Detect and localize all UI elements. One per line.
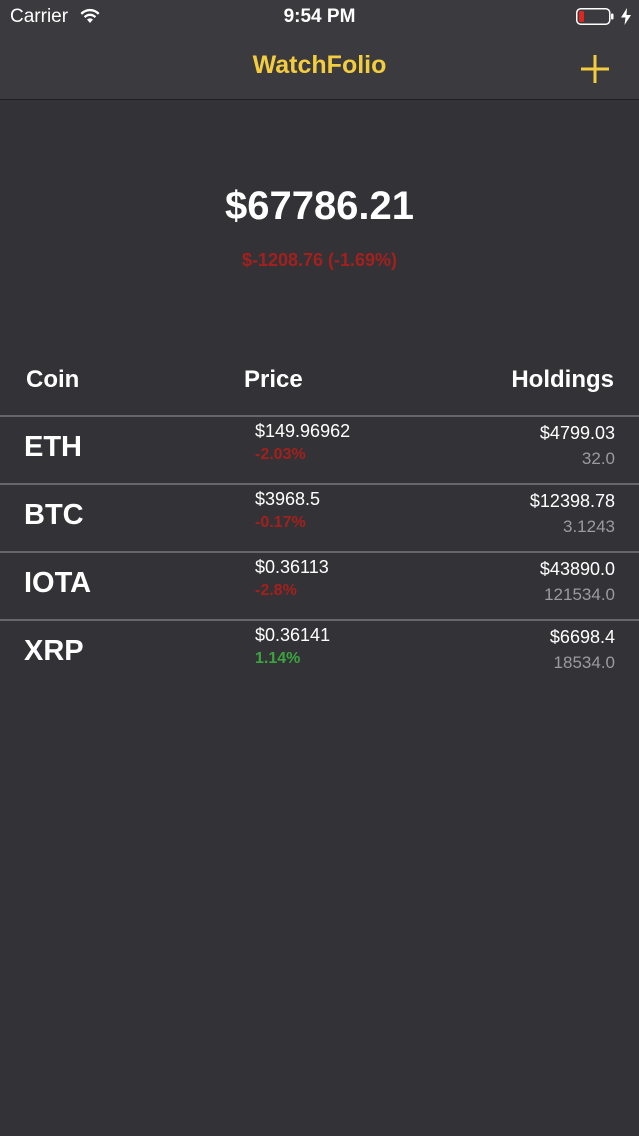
column-header-holdings: Holdings [511,366,614,393]
holding-value: $6698.4 [549,627,615,647]
app-title: WatchFolio [252,51,387,79]
navigation-bar: WatchFolio [0,36,639,100]
row-divider [0,551,639,553]
holding-value: $43890.0 [539,559,615,579]
plus-icon [581,55,609,83]
status-time: 9:54 PM [283,6,356,27]
battery-icon [576,8,614,25]
portfolio-total-change: $-1208.76 (-1.69%) [241,250,398,270]
coin-change: 1.14% [255,650,301,667]
column-header-coin: Coin [26,366,80,393]
coin-change: -2.8% [255,582,297,599]
holding-amount: 32.0 [581,449,615,468]
status-bar: Carrier 9:54 PM [0,0,639,36]
coin-symbol: BTC [24,499,84,531]
row-divider [0,483,639,485]
coin-symbol: ETH [24,431,82,463]
add-coin-button[interactable] [574,48,616,90]
table-row[interactable]: XRP $0.36141 1.14% $6698.4 18534.0 [0,622,639,688]
row-divider [0,619,639,621]
column-header-price: Price [244,366,303,393]
table-header: Coin Price Holdings [0,366,639,416]
coin-price: $0.36113 [255,557,329,577]
holding-amount: 121534.0 [544,585,615,604]
holding-amount: 3.1243 [563,517,615,536]
holding-amount: 18534.0 [553,653,615,672]
table-divider [0,415,639,417]
table-row[interactable]: BTC $3968.5 -0.17% $12398.78 3.1243 [0,486,639,552]
charging-bolt-icon [621,8,631,25]
coin-change: -0.17% [255,514,306,531]
coin-symbol: IOTA [24,567,92,599]
table-row[interactable]: IOTA $0.36113 -2.8% $43890.0 121534.0 [0,554,639,620]
portfolio-total-value: $67786.21 [224,184,415,228]
coin-price: $0.36141 [255,625,331,645]
coin-price: $149.96962 [255,421,351,441]
coin-symbol: XRP [24,635,84,667]
table-row[interactable]: ETH $149.96962 -2.03% $4799.03 32.0 [0,418,639,484]
holding-value: $4799.03 [539,423,615,443]
coin-change: -2.03% [255,446,306,463]
holding-value: $12398.78 [529,491,615,511]
coin-price: $3968.5 [255,489,321,509]
